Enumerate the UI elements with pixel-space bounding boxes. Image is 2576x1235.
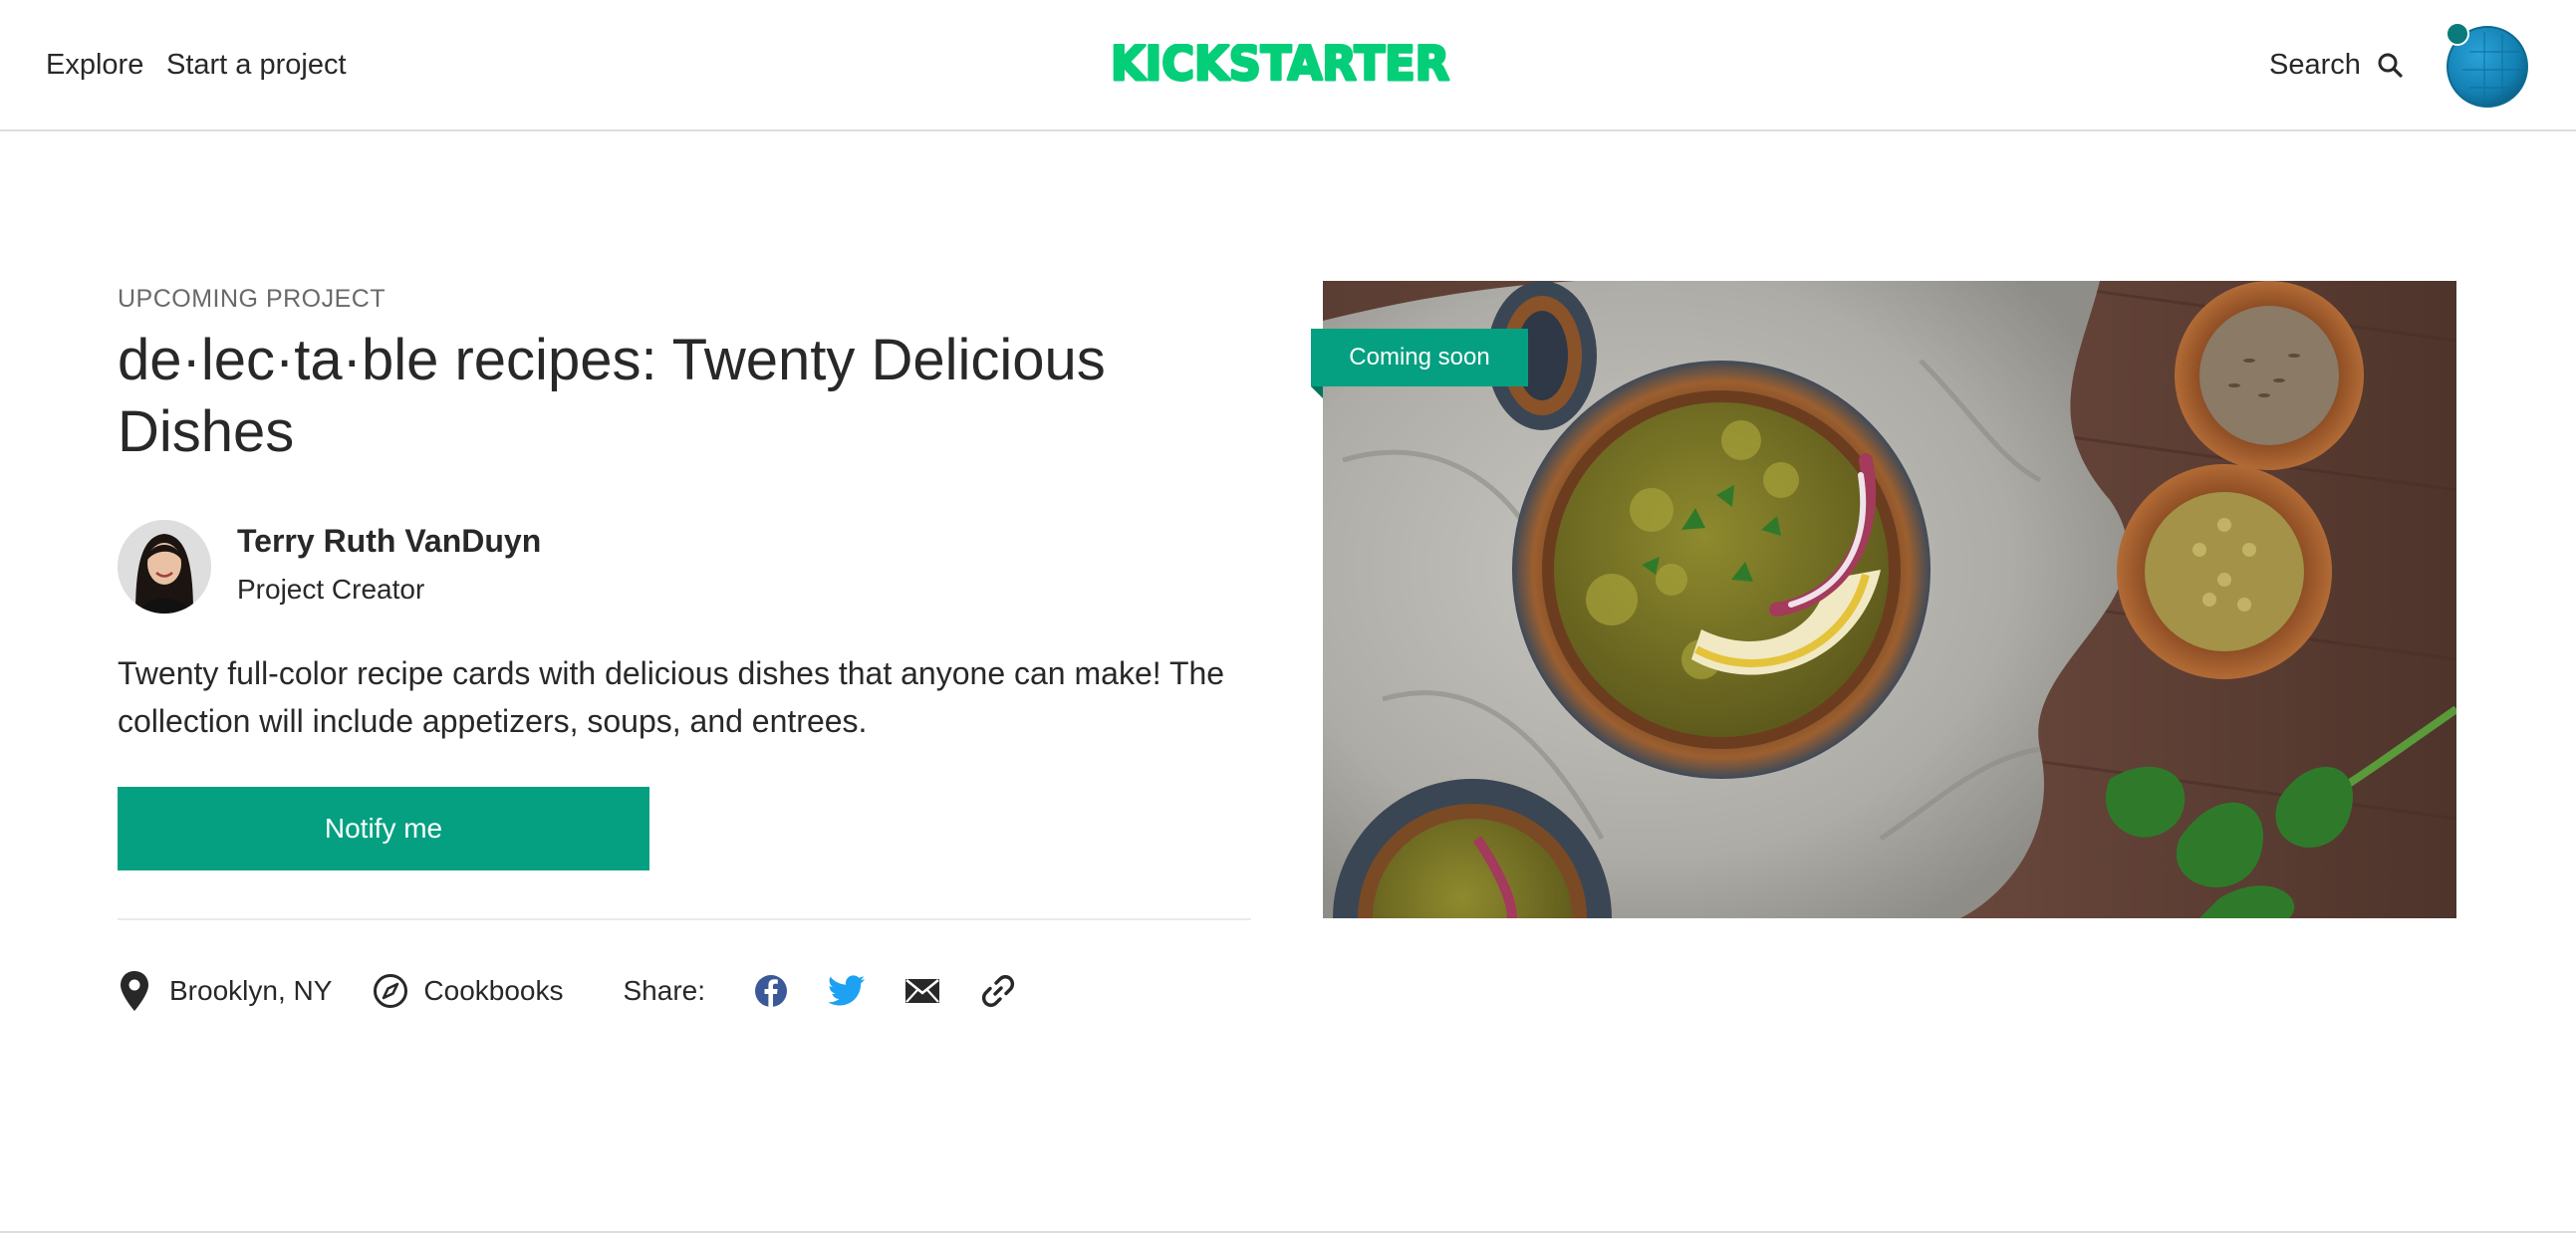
- copy-link-button[interactable]: [960, 968, 1036, 1014]
- project-meta: Brooklyn, NY Cookbooks Share:: [118, 968, 1036, 1014]
- location-link[interactable]: Brooklyn, NY: [118, 969, 332, 1013]
- compass-icon: [374, 974, 408, 1008]
- link-icon: [981, 975, 1015, 1007]
- badge-fold: [1311, 386, 1323, 398]
- share-facebook-button[interactable]: [733, 968, 809, 1014]
- project-status-label: UPCOMING PROJECT: [118, 285, 386, 313]
- creator-avatar[interactable]: [118, 520, 211, 614]
- location-text: Brooklyn, NY: [169, 975, 333, 1006]
- notify-me-button[interactable]: Notify me: [118, 787, 649, 870]
- category-text: Cookbooks: [423, 975, 564, 1006]
- share-twitter-button[interactable]: [809, 968, 885, 1014]
- creator-role: Project Creator: [237, 574, 425, 605]
- divider: [118, 918, 1251, 920]
- twitter-icon: [828, 975, 865, 1006]
- coming-soon-badge: Coming soon: [1311, 329, 1528, 386]
- site-header: Explore Start a project KICKSTARTER Sear…: [0, 0, 2576, 131]
- project-title: de·lec·ta·ble recipes: Twenty Delicious …: [118, 328, 1106, 464]
- share-email-button[interactable]: [885, 968, 960, 1014]
- user-avatar[interactable]: [2445, 22, 2530, 108]
- kickstarter-logo[interactable]: KICKSTARTER: [1108, 44, 1452, 84]
- location-pin-icon: [121, 971, 148, 1011]
- share-label: Share:: [623, 975, 706, 1006]
- creator-photo: [118, 520, 211, 614]
- facebook-icon: [755, 975, 787, 1007]
- nav-start-project[interactable]: Start a project: [166, 47, 347, 83]
- project-blurb: Twenty full-color recipe cards with deli…: [118, 655, 1225, 739]
- nav-explore[interactable]: Explore: [46, 47, 143, 83]
- email-icon: [905, 978, 939, 1003]
- search-label: Search: [2269, 49, 2361, 81]
- logo-text: KICKSTARTER: [1111, 44, 1449, 84]
- footer-divider: [0, 1231, 2576, 1233]
- creator-name[interactable]: Terry Ruth VanDuyn: [237, 520, 541, 562]
- search-button[interactable]: Search: [2269, 47, 2403, 83]
- search-icon: [2378, 53, 2403, 78]
- category-link[interactable]: Cookbooks: [372, 972, 564, 1010]
